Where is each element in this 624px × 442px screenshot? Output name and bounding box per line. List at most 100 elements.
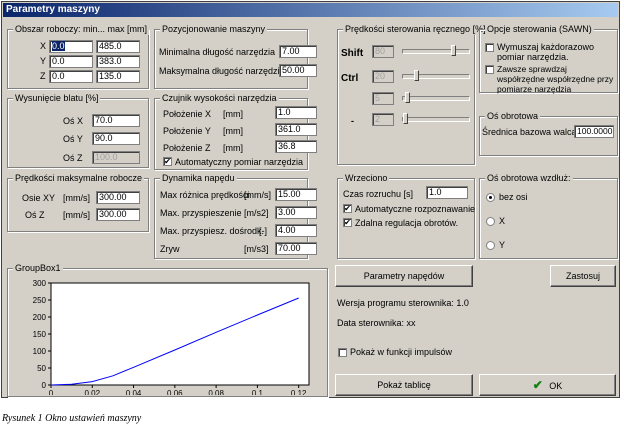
sensor-x-unit: [mm] (223, 109, 243, 119)
speed-chart: 0 50 100 150 200 250 300 0 0.02 0.04 0.06 0.08 0.1 0.… (33, 279, 310, 395)
base-diameter-label: Średnica bazowa walca (482, 127, 577, 137)
chart-group: GroupBox1 0 50 100 150 200 250 300 0 0.02 0.04 0.0… (7, 263, 328, 397)
work-area-y-min[interactable]: 0.0 (49, 55, 93, 68)
manual-minus-track (402, 117, 470, 122)
dyn-accel-input[interactable]: 3.00 (275, 206, 317, 219)
manual-shift-slider[interactable] (450, 45, 456, 56)
work-area-x-min[interactable]: 0.0 (49, 40, 93, 53)
y-tick-label: 200 (33, 313, 47, 322)
max-tool-length-input[interactable]: 50.00 (279, 64, 317, 77)
drive-dynamics-title: Dynamika napędu (160, 173, 237, 184)
dyn-centripetal-input[interactable]: 4.00 (275, 224, 317, 237)
max-speed-xy-input[interactable]: 300.00 (96, 191, 140, 204)
sensor-x-input[interactable]: 1.0 (275, 106, 317, 119)
dyn-jerk-input[interactable]: 70.00 (275, 242, 317, 255)
radio-axis-x[interactable] (486, 217, 495, 226)
control-options-title: Opcje sterowania (SAWN) (485, 24, 594, 35)
driver-version: Wersja programu sterownika: 1.0 (337, 298, 469, 308)
rotation-axis-title: Oś obrotowa (485, 111, 541, 122)
y-tick-label: 300 (33, 279, 47, 288)
plot-area (50, 282, 310, 386)
manual-ctrl-slider[interactable] (414, 70, 420, 81)
manual-third-track (402, 96, 470, 101)
sensor-y-label: Położenie Y (163, 126, 211, 136)
max-speed-xy-label: Osie XY (22, 193, 56, 203)
tool-sensor-group: Czujnik wysokości narzędzia Położenie X … (154, 93, 317, 170)
positioning-group: Pozycjonowanie maszyny Minimalna długość… (154, 24, 317, 89)
manual-shift-label: Shift (341, 48, 364, 59)
sensor-y-input[interactable]: 361.0 (275, 123, 317, 136)
table-ext-y-input[interactable]: 90.0 (92, 132, 140, 145)
dyn-jerk-label: Zryw (160, 244, 180, 254)
max-tool-length-label: Maksymalna długość narzędzia (159, 66, 285, 76)
impulse-label: Pokaż w funkcji impulsów (350, 347, 453, 357)
sensor-y-unit: [mm] (223, 126, 243, 136)
driver-date: Data sterownika: xx (337, 318, 416, 328)
max-speed-xy-unit: [mm/s] (63, 193, 90, 203)
max-speed-z-unit: [mm/s] (63, 210, 90, 220)
manual-ctrl-track (402, 74, 470, 79)
rotation-along-title: Oś obrotowa wzdłuż: (485, 173, 573, 184)
base-diameter-input[interactable]: 100.0000 (574, 125, 614, 138)
x-tick-label: 0 (49, 389, 54, 395)
max-speeds-title: Prędkości maksymalne robocze (13, 173, 145, 184)
table-ext-label-x: Oś X (63, 116, 84, 126)
manual-minus-slider[interactable] (403, 113, 409, 124)
sensor-z-input[interactable]: 36.8 (275, 140, 317, 153)
manual-minus-label: - (351, 116, 354, 126)
min-tool-length-input[interactable]: 7.00 (279, 45, 317, 58)
dyn-speed-diff-input[interactable]: 15.00 (275, 188, 317, 201)
work-area-x-max[interactable]: 485.0 (96, 40, 140, 53)
table-ext-z-input: 100.0 (92, 151, 140, 164)
manual-third-slider[interactable] (405, 92, 411, 103)
dyn-centripetal-label: Max. przyspiesz. dośrodk. (160, 226, 265, 236)
manual-ctrl-input: 20 (372, 70, 394, 83)
work-area-z-min[interactable]: 0.0 (49, 70, 93, 83)
max-speeds-group: Prędkości maksymalne robocze Osie XY [mm… (7, 173, 149, 232)
impulse-checkbox[interactable] (338, 348, 347, 357)
x-tick-label: 0.02 (84, 389, 100, 395)
rotation-axis-group: Oś obrotowa Średnica bazowa walca 100.00… (479, 111, 618, 156)
y-tick-label: 150 (33, 330, 47, 339)
radio-axis-y[interactable] (486, 241, 495, 250)
dyn-speed-diff-unit: [mm/s] (244, 190, 271, 200)
manual-third-input: 5 (372, 92, 394, 105)
work-area-y-max[interactable]: 383.0 (96, 55, 140, 68)
dyn-jerk-unit: [m/s3] (244, 244, 269, 254)
radio-axis-x-label: X (499, 216, 506, 226)
sensor-z-unit: [mm] (223, 143, 243, 153)
y-tick-label: 0 (42, 381, 47, 390)
spindle-group: Wrzeciono Czas rozruchu [s] 1.0 ✔ Automa… (337, 173, 476, 259)
sensor-x-label: Położenie X (163, 109, 212, 119)
radio-no-axis-label: bez osi (499, 192, 528, 202)
auto-tool-measure-checkbox[interactable]: ✔ (163, 157, 172, 166)
table-extension-group: Wysunięcie blatu [%] Oś X 70.0 Oś Y 90.0… (7, 93, 149, 168)
ok-button[interactable]: ✔ OK (479, 374, 616, 396)
check-icon: ✔ (532, 378, 543, 392)
radio-no-axis[interactable] (486, 193, 495, 202)
tool-sensor-title: Czujnik wysokości narzędzia (160, 93, 279, 104)
check-coords-checkbox[interactable] (485, 65, 494, 74)
table-ext-x-input[interactable]: 70.0 (92, 114, 140, 127)
force-measure-checkbox[interactable] (485, 43, 494, 52)
y-tick-label: 250 (33, 296, 47, 305)
positioning-title: Pozycjonowanie maszyny (160, 24, 268, 35)
drive-dynamics-group: Dynamika napędu Max różnica prędkości [m… (154, 173, 317, 259)
ok-label: OK (549, 381, 563, 391)
max-speed-z-input[interactable]: 300.00 (96, 208, 140, 221)
apply-button[interactable]: Zastosuj (550, 265, 616, 287)
manual-minus-input: 2 (372, 113, 394, 126)
drive-params-button[interactable]: Parametry napędów (335, 265, 473, 287)
remote-rpm-checkbox[interactable]: ✔ (343, 218, 352, 227)
show-table-button[interactable]: Pokaż tablicę (335, 374, 473, 396)
spinup-input[interactable]: 1.0 (426, 186, 468, 199)
work-area-axis-x: X (40, 41, 47, 51)
auto-detect-checkbox[interactable]: ✔ (343, 204, 352, 213)
auto-detect-label: Automatyczne rozpoznawanie (355, 204, 476, 214)
y-tick-label: 100 (33, 347, 47, 356)
spinup-label: Czas rozruchu [s] (343, 189, 414, 199)
manual-speeds-group: Prędkości sterowania ręcznego [%] Shift … (337, 24, 488, 165)
x-tick-label: 0.12 (291, 389, 307, 395)
settings-window: Parametry maszyny Obszar roboczy: min...… (1, 1, 620, 398)
work-area-z-max[interactable]: 135.0 (96, 70, 140, 83)
